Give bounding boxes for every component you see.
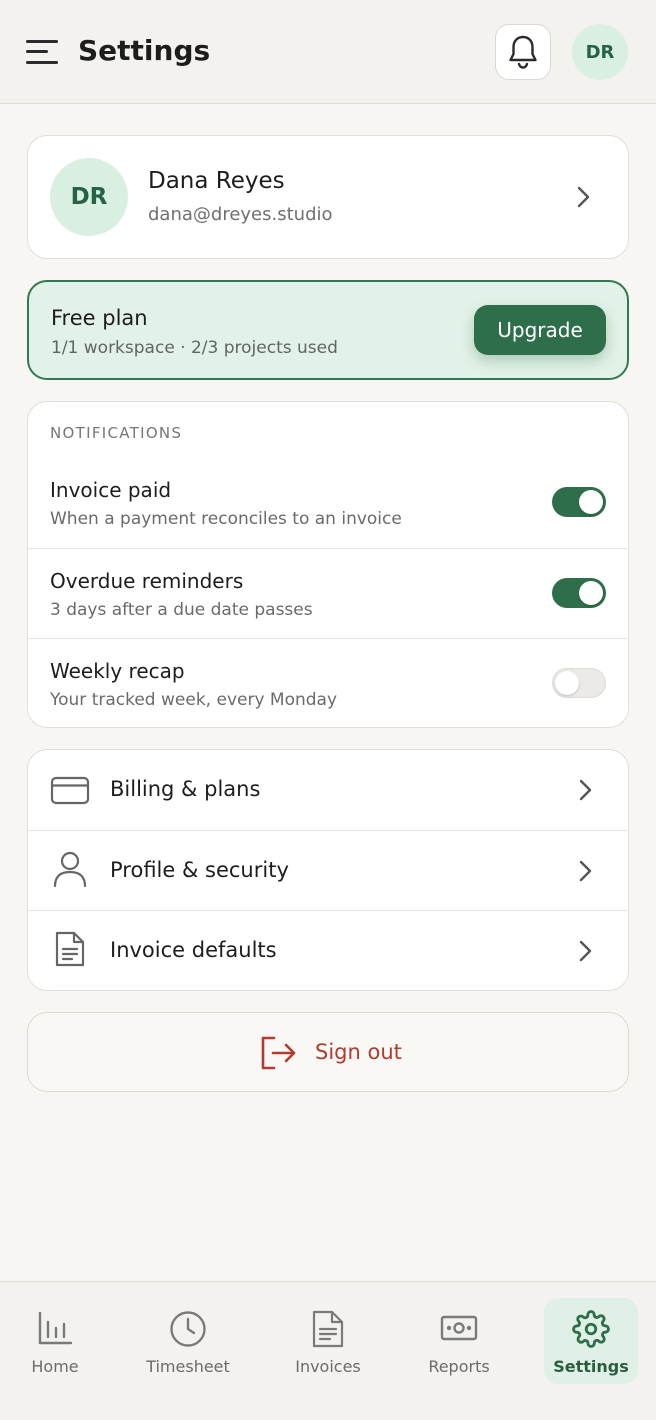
link-label: Profile & security: [110, 858, 289, 882]
bottom-navigation: Home Timesheet Invoices Reports Settings: [0, 1281, 656, 1420]
plan-title: Free plan: [51, 306, 148, 330]
notification-row-invoice-paid: Invoice paid When a payment reconciles t…: [28, 458, 627, 548]
notifications-section-label: NOTIFICATIONS: [50, 424, 183, 442]
app-header: Settings DR: [0, 0, 656, 104]
chevron-right-icon: [577, 186, 590, 208]
gear-icon: [572, 1310, 610, 1348]
header-avatar[interactable]: DR: [572, 24, 628, 80]
sign-out-label: Sign out: [315, 1040, 402, 1064]
notification-row-overdue-reminders: Overdue reminders 3 days after a due dat…: [28, 548, 627, 638]
nav-reports[interactable]: Reports: [412, 1298, 506, 1384]
banknote-icon: [440, 1315, 478, 1341]
menu-icon[interactable]: [26, 38, 58, 66]
bell-icon: [509, 35, 537, 69]
nav-invoices[interactable]: Invoices: [281, 1298, 375, 1384]
profile-card[interactable]: DR Dana Reyes dana@dreyes.studio: [27, 135, 629, 259]
profile-email: dana@dreyes.studio: [148, 204, 333, 225]
nav-label: Timesheet: [146, 1357, 230, 1376]
invoice-defaults-link[interactable]: Invoice defaults: [28, 910, 627, 990]
chevron-right-icon: [579, 940, 592, 962]
notification-title: Weekly recap: [50, 659, 185, 683]
plan-card: Free plan 1/1 workspace · 2/3 projects u…: [27, 280, 629, 380]
plan-usage: 1/1 workspace · 2/3 projects used: [51, 338, 338, 358]
nav-label: Invoices: [295, 1357, 361, 1376]
profile-name: Dana Reyes: [148, 168, 285, 194]
credit-card-icon: [50, 776, 90, 805]
billing-plans-link[interactable]: Billing & plans: [28, 750, 627, 830]
bar-chart-icon: [38, 1311, 73, 1345]
chevron-right-icon: [579, 860, 592, 882]
link-label: Billing & plans: [110, 777, 261, 801]
notification-description: 3 days after a due date passes: [50, 600, 313, 620]
page-title: Settings: [78, 34, 211, 67]
weekly-recap-toggle[interactable]: [552, 668, 606, 698]
nav-label: Home: [31, 1357, 79, 1376]
sign-out-button[interactable]: Sign out: [27, 1012, 629, 1092]
notification-title: Overdue reminders: [50, 569, 244, 593]
invoice-paid-toggle[interactable]: [552, 487, 606, 517]
clock-icon: [170, 1311, 206, 1347]
nav-home[interactable]: Home: [8, 1298, 102, 1384]
user-icon: [53, 851, 87, 887]
profile-security-link[interactable]: Profile & security: [28, 830, 627, 910]
chevron-right-icon: [579, 779, 592, 801]
nav-settings[interactable]: Settings: [544, 1298, 638, 1384]
logout-icon: [261, 1036, 296, 1070]
document-icon: [312, 1310, 344, 1348]
nav-label: Settings: [553, 1357, 629, 1376]
nav-label: Reports: [428, 1357, 490, 1376]
nav-timesheet[interactable]: Timesheet: [141, 1298, 235, 1384]
upgrade-button[interactable]: Upgrade: [474, 305, 606, 355]
notification-description: Your tracked week, every Monday: [50, 690, 338, 710]
link-label: Invoice defaults: [110, 938, 277, 962]
notifications-card: NOTIFICATIONS Invoice paid When a paymen…: [27, 401, 629, 728]
profile-avatar: DR: [50, 158, 128, 236]
notification-row-weekly-recap: Weekly recap Your tracked week, every Mo…: [28, 638, 627, 728]
settings-links-card: Billing & plans Profile & security Invoi…: [27, 749, 629, 991]
notifications-button[interactable]: [495, 24, 551, 80]
notification-description: When a payment reconciles to an invoice: [50, 509, 402, 529]
overdue-reminders-toggle[interactable]: [552, 578, 606, 608]
document-icon: [55, 931, 85, 967]
notification-title: Invoice paid: [50, 478, 172, 502]
